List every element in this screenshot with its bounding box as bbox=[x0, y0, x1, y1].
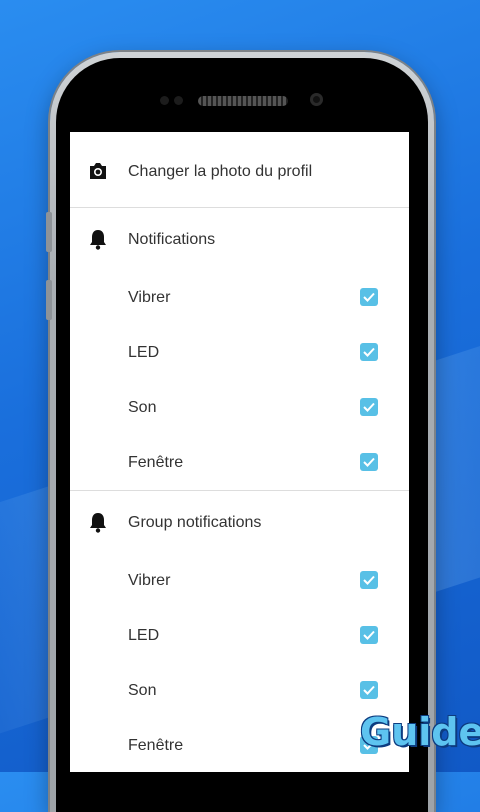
notifications-led-row[interactable]: LED bbox=[70, 325, 409, 380]
volume-down-button bbox=[46, 280, 52, 320]
group-window-label: Fenêtre bbox=[128, 737, 184, 754]
group-vibrate-label: Vibrer bbox=[128, 572, 171, 589]
group-sound-row[interactable]: Son bbox=[70, 663, 409, 718]
earpiece-speaker bbox=[198, 96, 288, 106]
profile-photo-label: Changer la photo du profil bbox=[128, 163, 313, 180]
notifications-window-row[interactable]: Fenêtre bbox=[70, 435, 409, 490]
group-led-label: LED bbox=[128, 627, 160, 644]
window-label: Fenêtre bbox=[128, 454, 184, 471]
group-notifications-section-header: Group notifications bbox=[70, 495, 409, 550]
notifications-vibrate-row[interactable]: Vibrer bbox=[70, 270, 409, 325]
guide-watermark: Guide bbox=[360, 710, 480, 754]
led-label: LED bbox=[128, 344, 160, 361]
window-checkbox[interactable] bbox=[360, 453, 378, 471]
bell-icon bbox=[88, 511, 108, 533]
settings-screen: Changer la photo du profil Notifications… bbox=[70, 132, 409, 772]
sound-checkbox[interactable] bbox=[360, 398, 378, 416]
divider bbox=[70, 207, 409, 208]
group-led-row[interactable]: LED bbox=[70, 608, 409, 663]
profile-photo-row[interactable]: Changer la photo du profil bbox=[70, 144, 409, 199]
vibrate-checkbox[interactable] bbox=[360, 288, 378, 306]
group-window-row[interactable]: Fenêtre bbox=[70, 718, 409, 772]
group-notifications-header-label: Group notifications bbox=[128, 514, 262, 531]
sensor-dot bbox=[160, 96, 169, 105]
sensor-dot bbox=[174, 96, 183, 105]
sound-label: Son bbox=[128, 399, 157, 416]
bell-icon bbox=[88, 228, 108, 250]
camera-icon bbox=[88, 161, 108, 183]
group-led-checkbox[interactable] bbox=[360, 626, 378, 644]
group-sound-checkbox[interactable] bbox=[360, 681, 378, 699]
volume-up-button bbox=[46, 212, 52, 252]
divider bbox=[70, 490, 409, 491]
back-arrow-icon[interactable] bbox=[74, 136, 102, 162]
group-sound-label: Son bbox=[128, 682, 157, 699]
notifications-sound-row[interactable]: Son bbox=[70, 380, 409, 435]
front-camera bbox=[310, 93, 323, 106]
group-vibrate-checkbox[interactable] bbox=[360, 571, 378, 589]
notifications-section-header: Notifications bbox=[70, 212, 409, 267]
notifications-header-label: Notifications bbox=[128, 231, 216, 248]
vibrate-label: Vibrer bbox=[128, 289, 171, 306]
led-checkbox[interactable] bbox=[360, 343, 378, 361]
group-vibrate-row[interactable]: Vibrer bbox=[70, 553, 409, 608]
